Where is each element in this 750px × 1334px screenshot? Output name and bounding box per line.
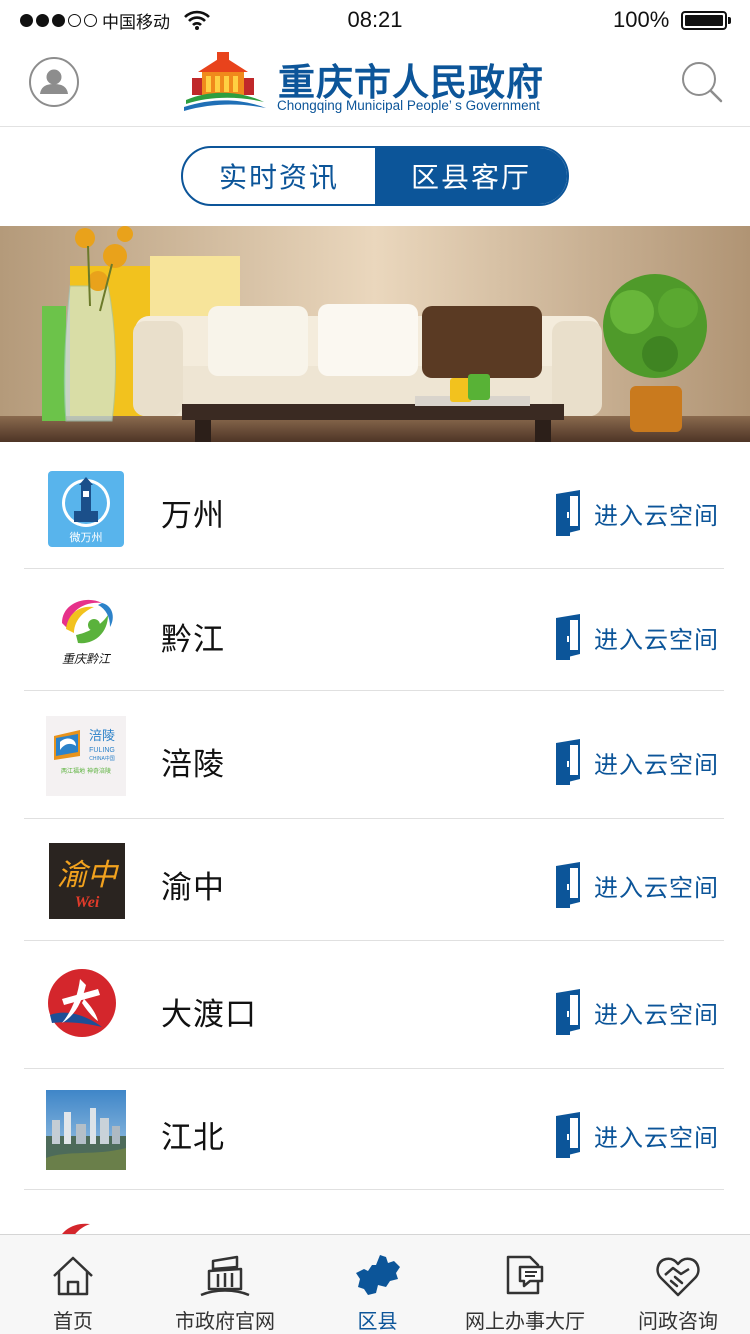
door-icon	[556, 490, 580, 536]
list-item[interactable]: 微万州 万州 进入云空间	[0, 442, 750, 569]
door-icon	[556, 614, 580, 660]
door-icon	[556, 989, 580, 1035]
handshake-heart-icon	[655, 1245, 701, 1299]
status-bar: 中国移动 08:21 100%	[0, 0, 750, 40]
enter-cloud-space-button[interactable]: 进入云空间	[554, 989, 719, 1035]
tab-district-lounge[interactable]: 区县客厅	[375, 148, 567, 204]
yuzhong-logo: 渝中 Wei	[49, 843, 125, 919]
svg-text:Wei: Wei	[75, 894, 100, 911]
enter-cloud-space-label: 进入云空间	[594, 873, 719, 902]
svg-text:CHINA中国: CHINA中国	[89, 755, 115, 762]
tab-label: 首页	[53, 1309, 93, 1333]
chongqing-government-emblem-icon	[184, 52, 266, 111]
jiangbei-logo	[46, 1090, 126, 1170]
fuling-logo: 涪陵 FULING CHINA中国 两江福地 神奇涪陵	[46, 716, 126, 796]
government-building-icon	[199, 1245, 251, 1299]
battery-percent: 100%	[613, 7, 670, 32]
wanzhou-logo: 微万州	[48, 471, 124, 547]
logo: 重庆市人民政府 Chongqing Municipal People’ s Go…	[184, 50, 584, 118]
list-item[interactable]: 涪陵 FULING CHINA中国 两江福地 神奇涪陵 涪陵 进入云空间	[0, 691, 750, 819]
tab-label: 市政府官网	[175, 1309, 275, 1333]
district-name: 万州	[161, 498, 225, 534]
enter-cloud-space-button[interactable]: 进入云空间	[554, 739, 719, 785]
qianjiang-logo: 重庆黔江	[46, 593, 126, 673]
enter-cloud-space-label: 进入云空间	[594, 501, 719, 530]
door-icon	[556, 739, 580, 785]
document-chat-icon	[504, 1245, 546, 1299]
door-icon	[556, 862, 580, 908]
tab-consultation[interactable]: 问政咨询	[628, 1235, 728, 1334]
user-icon[interactable]	[29, 57, 79, 107]
tab-districts[interactable]: 区县	[325, 1235, 430, 1334]
enter-cloud-space-button[interactable]: 进入云空间	[554, 490, 719, 536]
district-name: 江北	[161, 1120, 225, 1156]
svg-text:微万州: 微万州	[70, 530, 103, 544]
tab-online-service-hall[interactable]: 网上办事大厅	[455, 1235, 595, 1334]
enter-cloud-space-label: 进入云空间	[594, 750, 719, 779]
chongqing-map-icon	[354, 1245, 402, 1299]
enter-cloud-space-button[interactable]: 进入云空间	[554, 1112, 719, 1158]
list-item[interactable]: 渝中 Wei 渝中 进入云空间	[0, 819, 750, 941]
door-icon	[556, 1112, 580, 1158]
dadukou-logo	[46, 965, 126, 1045]
enter-cloud-space-label: 进入云空间	[594, 1123, 719, 1152]
bottom-tab-bar: 首页 市政府官网 区县 网上办事大厅 问政咨询	[0, 1234, 750, 1334]
home-icon	[51, 1245, 95, 1299]
segment-control: 实时资讯 区县客厅	[181, 146, 569, 206]
district-name: 渝中	[161, 870, 225, 906]
search-icon[interactable]	[680, 60, 724, 104]
list-item[interactable]: 大渡口 进入云空间	[0, 941, 750, 1069]
svg-text:涪陵: 涪陵	[89, 729, 115, 744]
app-header: 重庆市人民政府 Chongqing Municipal People’ s Go…	[0, 40, 750, 127]
header-subtitle: Chongqing Municipal People’ s Government	[277, 98, 540, 113]
tab-label: 区县	[357, 1309, 398, 1333]
tab-realtime-news[interactable]: 实时资讯	[183, 148, 375, 204]
district-name: 黔江	[161, 622, 225, 658]
district-name: 大渡口	[161, 997, 257, 1033]
tab-government-site[interactable]: 市政府官网	[165, 1235, 285, 1334]
tab-label: 问政咨询	[638, 1309, 718, 1333]
district-name: 涪陵	[161, 747, 225, 783]
svg-text:重庆黔江: 重庆黔江	[62, 652, 112, 666]
list-item[interactable]: 江北 进入云空间	[0, 1069, 750, 1190]
tab-label: 网上办事大厅	[465, 1309, 585, 1333]
enter-cloud-space-label: 进入云空间	[594, 625, 719, 654]
enter-cloud-space-label: 进入云空间	[594, 1000, 719, 1029]
svg-text:FULING: FULING	[89, 747, 115, 754]
tab-home[interactable]: 首页	[18, 1235, 128, 1334]
svg-text:渝中: 渝中	[57, 858, 120, 893]
district-list: 微万州 万州 进入云空间 重庆黔江 黔江 进入云空间 涪陵 FULING CHI…	[0, 442, 750, 1250]
svg-text:两江福地 神奇涪陵: 两江福地 神奇涪陵	[61, 767, 111, 775]
enter-cloud-space-button[interactable]: 进入云空间	[554, 862, 719, 908]
list-item[interactable]: 重庆黔江 黔江 进入云空间	[0, 569, 750, 691]
battery-icon	[681, 11, 727, 30]
banner-image[interactable]	[0, 226, 750, 442]
enter-cloud-space-button[interactable]: 进入云空间	[554, 614, 719, 660]
